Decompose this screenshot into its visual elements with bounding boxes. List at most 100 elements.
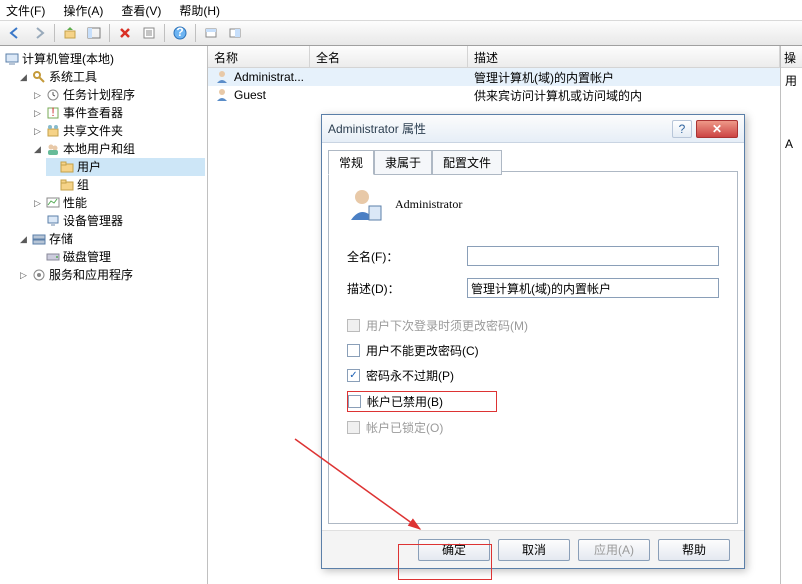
user-icon	[214, 69, 230, 85]
chk-label: 用户不能更改密码(C)	[366, 342, 479, 359]
tree-label: 本地用户和组	[63, 140, 135, 158]
menu-help[interactable]: 帮助(H)	[179, 2, 220, 19]
tree-task-scheduler[interactable]: ▷ 任务计划程序	[32, 86, 205, 104]
collapse-icon: ◢	[18, 72, 29, 83]
chk-must-change: 用户下次登录时须更改密码(M)	[347, 316, 719, 335]
tab-memberof[interactable]: 隶属于	[374, 150, 432, 175]
actions-pane: 操 用 A	[780, 46, 802, 584]
tree-shared-folders[interactable]: ▷ 共享文件夹	[32, 122, 205, 140]
expand-icon: ▷	[18, 270, 29, 281]
tab-body: Administrator 全名(F)： 描述(D)： 用户下次登录时须更改密码…	[328, 171, 738, 524]
tree-device-manager[interactable]: 设备管理器	[32, 212, 205, 230]
cell-desc: 管理计算机(域)的内置帐户	[468, 69, 780, 86]
wrench-icon	[31, 69, 47, 85]
up-button[interactable]	[59, 22, 81, 44]
tree-root[interactable]: 计算机管理(本地)	[4, 50, 205, 68]
tree-system-tools[interactable]: ◢系统工具	[18, 68, 205, 86]
dialog-help-button[interactable]: ?	[672, 120, 692, 138]
help-button[interactable]: ?	[169, 22, 191, 44]
tree-storage[interactable]: ◢存储	[18, 230, 205, 248]
folder-icon	[59, 159, 75, 175]
list-row-admin[interactable]: Administrat... 管理计算机(域)的内置帐户	[208, 68, 780, 86]
tree-label: 性能	[63, 194, 87, 212]
tree-performance[interactable]: ▷性能	[32, 194, 205, 212]
checkbox-icon	[347, 421, 360, 434]
back-button[interactable]	[4, 22, 26, 44]
user-avatar-icon	[347, 186, 383, 222]
chk-disabled[interactable]: 帐户已禁用(B)	[347, 391, 497, 412]
user-icon	[214, 87, 230, 103]
menu-file[interactable]: 文件(F)	[6, 2, 45, 19]
properties-button[interactable]	[138, 22, 160, 44]
disk-icon	[45, 249, 61, 265]
cell-name: Guest	[234, 88, 266, 102]
perf-icon	[45, 195, 61, 211]
list-row-guest[interactable]: Guest 供来宾访问计算机或访问域的内	[208, 86, 780, 104]
actions-item[interactable]: 用	[781, 68, 802, 93]
dialog-title: Administrator 属性	[328, 120, 672, 137]
col-fullname[interactable]: 全名	[310, 46, 468, 67]
desc-input[interactable]	[467, 278, 719, 298]
desc-label: 描述(D)：	[347, 280, 467, 297]
checkbox-checked-icon	[347, 369, 360, 382]
storage-icon	[31, 231, 47, 247]
extra2-button[interactable]	[224, 22, 246, 44]
cancel-button[interactable]: 取消	[498, 539, 570, 561]
tree-local-users-groups[interactable]: ◢本地用户和组	[32, 140, 205, 158]
toolbar: ?	[0, 20, 802, 46]
tree-groups[interactable]: 组	[46, 176, 205, 194]
chk-never-expire[interactable]: 密码永不过期(P)	[347, 366, 719, 385]
folder-icon	[59, 177, 75, 193]
dialog-titlebar[interactable]: Administrator 属性 ? ✕	[322, 115, 744, 143]
menu-view[interactable]: 查看(V)	[121, 2, 161, 19]
tree-users[interactable]: 用户	[46, 158, 205, 176]
help-button[interactable]: 帮助	[658, 539, 730, 561]
tree-label: 共享文件夹	[63, 122, 123, 140]
tree-label: 用户	[77, 158, 101, 176]
menu-action[interactable]: 操作(A)	[63, 2, 103, 19]
svg-text:!: !	[51, 105, 54, 119]
delete-button[interactable]	[114, 22, 136, 44]
menubar: 文件(F) 操作(A) 查看(V) 帮助(H)	[0, 0, 802, 20]
col-desc[interactable]: 描述	[468, 46, 780, 67]
event-icon: !	[45, 105, 61, 121]
chk-label: 密码永不过期(P)	[366, 367, 454, 384]
dialog-close-button[interactable]: ✕	[696, 120, 738, 138]
collapse-icon: ◢	[18, 234, 29, 245]
dialog-buttons: 确定 取消 应用(A) 帮助	[322, 530, 744, 568]
ok-button[interactable]: 确定	[418, 539, 490, 561]
col-name[interactable]: 名称	[208, 46, 310, 67]
tree-disk-mgmt[interactable]: 磁盘管理	[32, 248, 205, 266]
checkbox-icon	[348, 395, 361, 408]
fullname-input[interactable]	[467, 246, 719, 266]
properties-dialog: Administrator 属性 ? ✕ 常规隶属于配置文件 Administr…	[321, 114, 745, 569]
chk-locked: 帐户已锁定(O)	[347, 418, 719, 437]
tab-profile[interactable]: 配置文件	[432, 150, 502, 175]
chk-label: 用户下次登录时须更改密码(M)	[366, 317, 528, 334]
expand-icon: ▷	[32, 126, 43, 137]
tree-label: 任务计划程序	[63, 86, 135, 104]
cell-name: Administrat...	[234, 70, 304, 84]
show-pane-button[interactable]	[83, 22, 105, 44]
tree-services-apps[interactable]: ▷服务和应用程序	[18, 266, 205, 284]
expand-icon: ▷	[32, 108, 43, 119]
checkbox-icon	[347, 319, 360, 332]
checkbox-icon	[347, 344, 360, 357]
tree-root-label: 计算机管理(本地)	[22, 50, 114, 68]
users-icon	[45, 141, 61, 157]
apply-button[interactable]: 应用(A)	[578, 539, 650, 561]
actions-item2[interactable]: A	[781, 133, 802, 155]
tabs: 常规隶属于配置文件	[328, 149, 738, 171]
chk-label: 帐户已禁用(B)	[367, 393, 443, 410]
chk-label: 帐户已锁定(O)	[366, 419, 443, 436]
tree-event-viewer[interactable]: ▷! 事件查看器	[32, 104, 205, 122]
forward-button[interactable]	[28, 22, 50, 44]
tree-label: 设备管理器	[63, 212, 123, 230]
clock-icon	[45, 87, 61, 103]
user-name-label: Administrator	[395, 197, 462, 212]
extra1-button[interactable]	[200, 22, 222, 44]
chk-cannot-change[interactable]: 用户不能更改密码(C)	[347, 341, 719, 360]
expand-icon: ▷	[32, 90, 43, 101]
tab-general[interactable]: 常规	[328, 150, 374, 175]
tree-label: 事件查看器	[63, 104, 123, 122]
